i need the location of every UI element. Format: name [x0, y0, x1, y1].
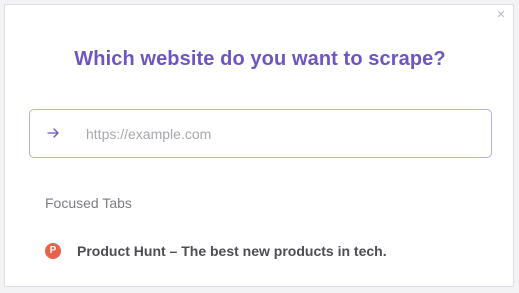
url-input-box[interactable] [29, 109, 492, 158]
url-input[interactable] [86, 122, 466, 146]
focused-tabs-label: Focused Tabs [45, 195, 132, 211]
arrow-right-icon [47, 128, 59, 138]
scrape-dialog: ✕ Which website do you want to scrape? F… [4, 4, 514, 287]
focused-tab-item[interactable]: P Product Hunt – The best new products i… [45, 241, 387, 261]
focused-tab-title: Product Hunt – The best new products in … [77, 243, 387, 259]
dialog-title: Which website do you want to scrape? [74, 48, 446, 70]
close-icon[interactable]: ✕ [495, 9, 507, 21]
product-hunt-favicon-icon: P [45, 243, 61, 259]
